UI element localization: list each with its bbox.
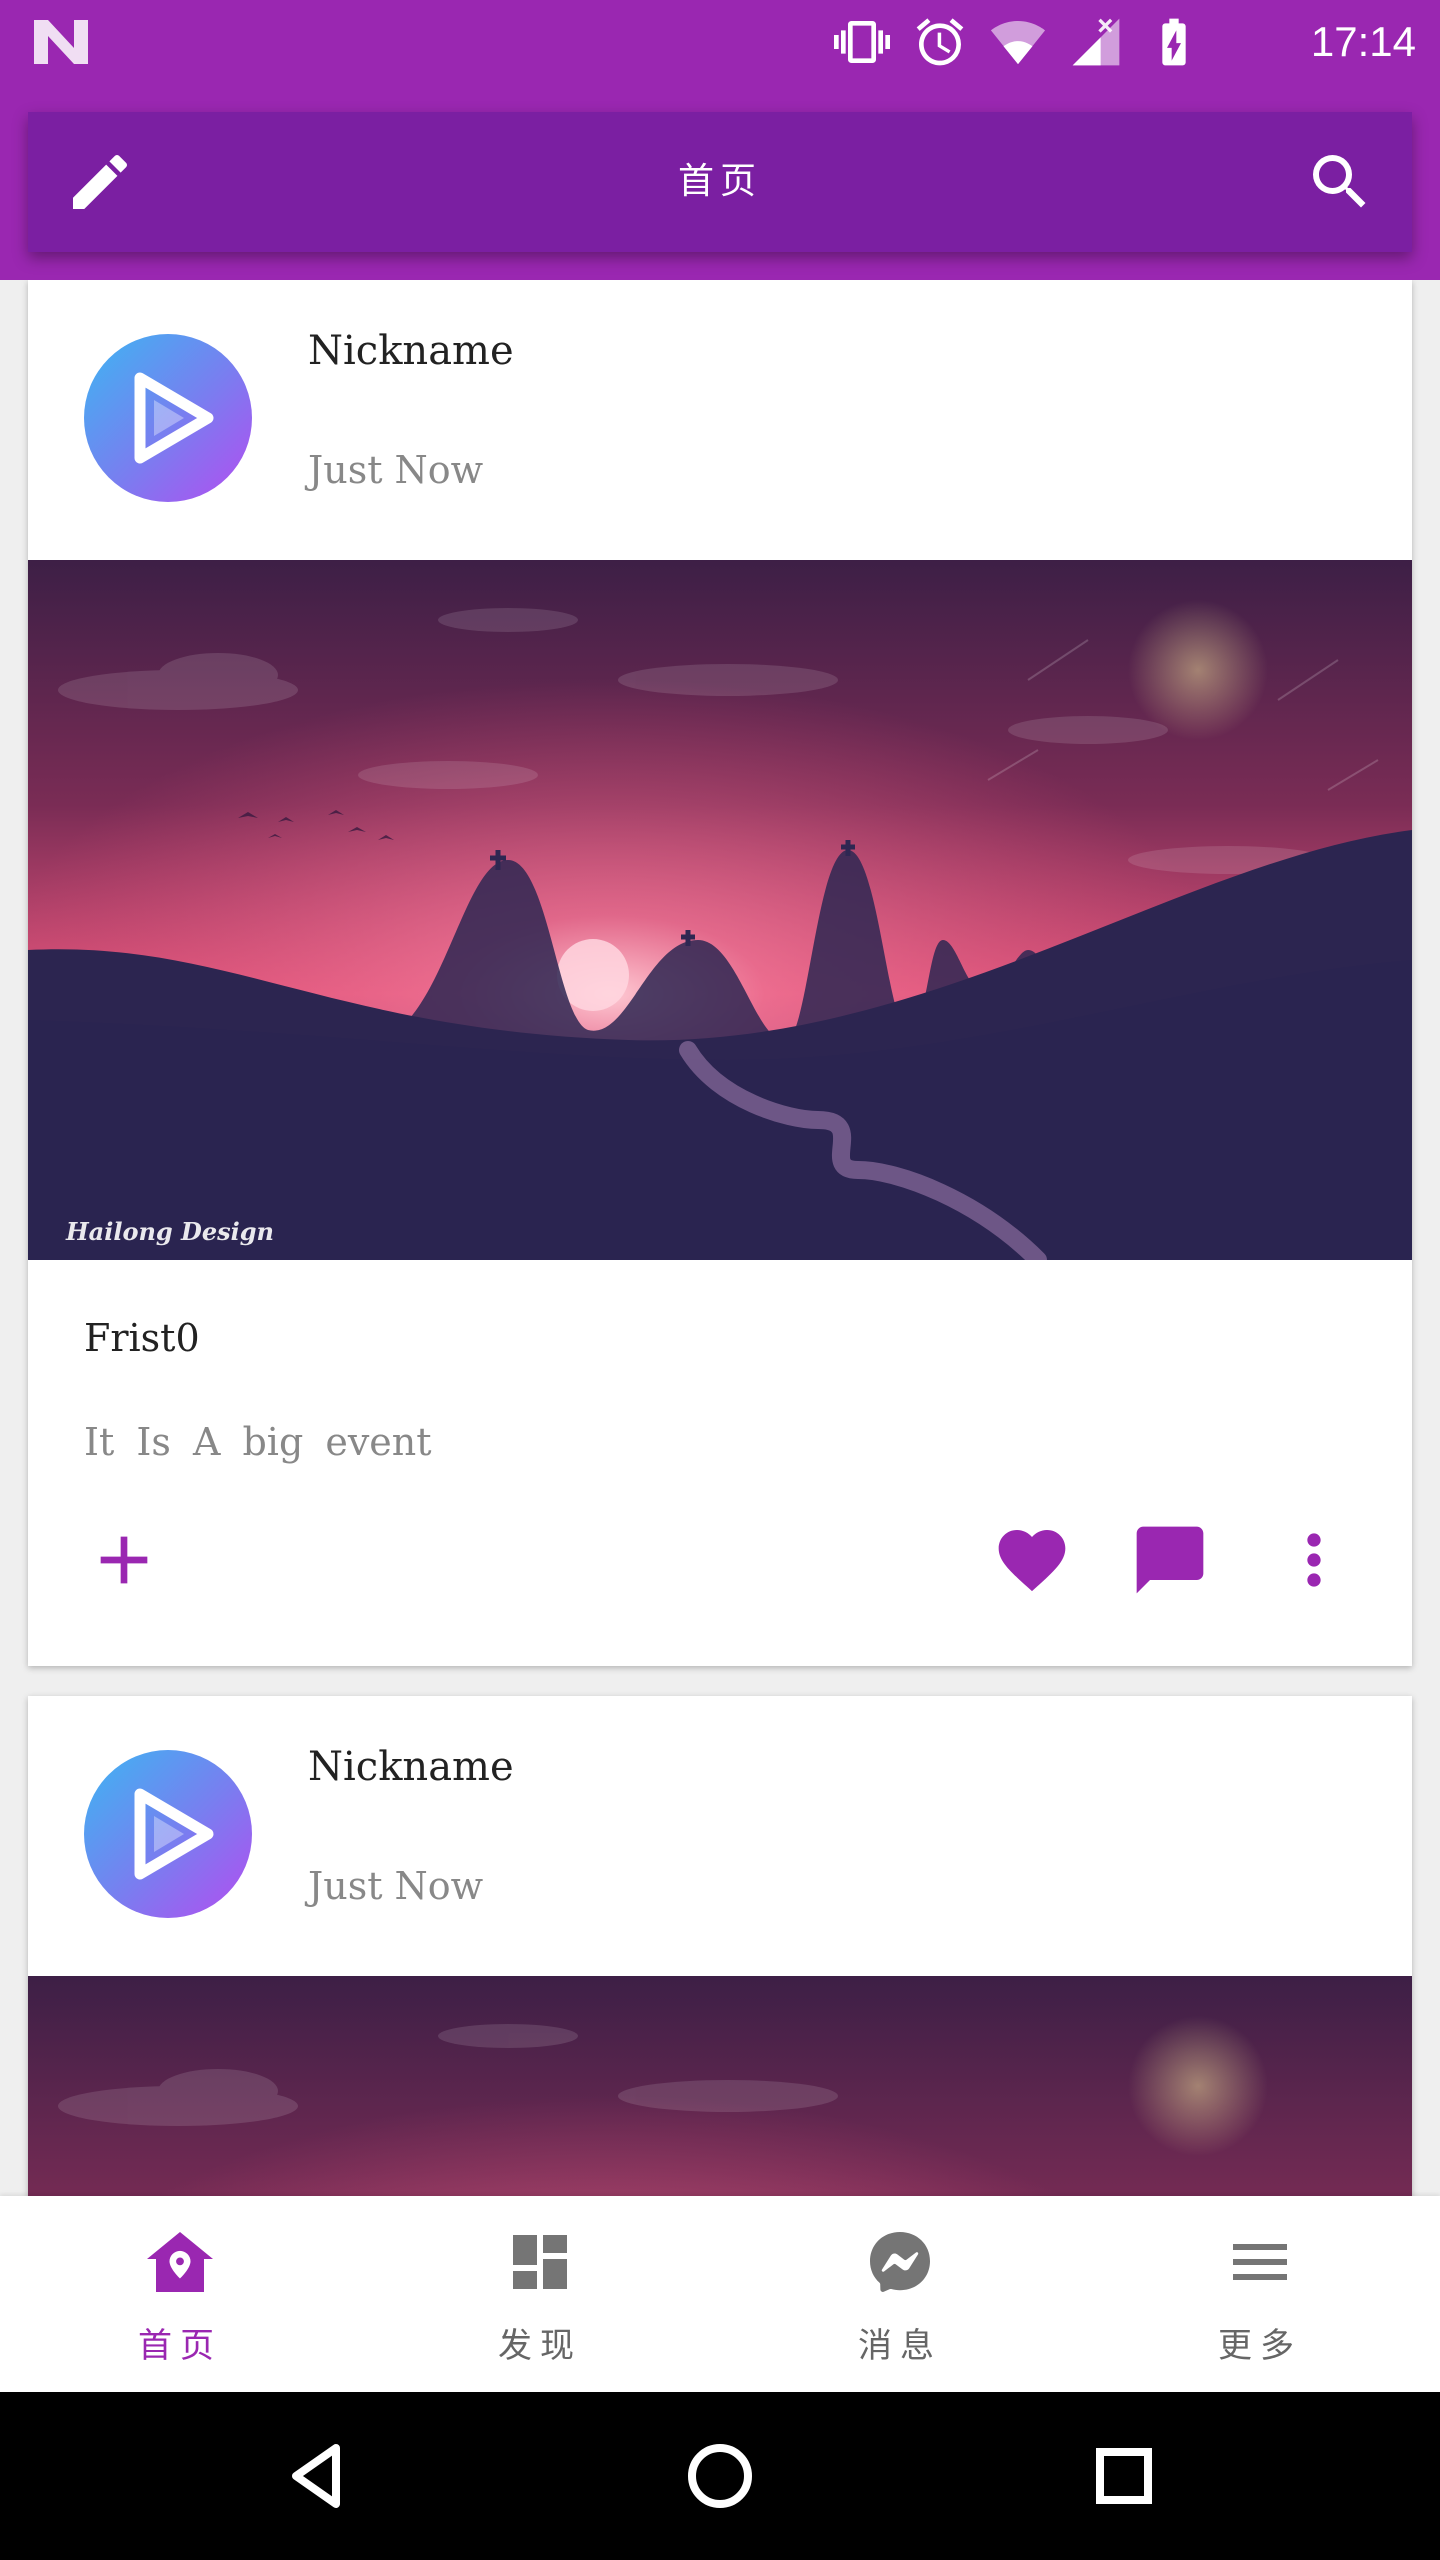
post-card[interactable]: Nickname Just Now [28, 1696, 1412, 2196]
nav-label-discover: 发现 [498, 2326, 582, 2366]
signal-icon [1072, 18, 1120, 66]
page-title: 首页 [677, 161, 762, 202]
like-button[interactable] [992, 1520, 1072, 1600]
clock: 17:14 [1310, 18, 1416, 65]
avatar[interactable] [84, 334, 252, 502]
bottom-navigation: 首页 发现 消息 更多 [0, 2196, 1440, 2392]
more-vert-icon [1307, 1533, 1321, 1587]
post-time: Just Now [308, 448, 484, 492]
nav-item-messages[interactable]: 消息 [720, 2196, 1080, 2392]
messenger-icon [870, 2232, 930, 2292]
post-card[interactable]: Nickname Just Now [28, 280, 1412, 1666]
dashboard-icon [513, 2235, 567, 2289]
nav-label-home: 首页 [138, 2326, 222, 2366]
home-circle-icon[interactable] [680, 2436, 760, 2516]
post-image[interactable]: Hailong Design [28, 560, 1412, 1260]
nav-item-discover[interactable]: 发现 [360, 2196, 720, 2392]
menu-icon [1233, 2244, 1287, 2280]
post-description: It Is A big event [84, 1420, 432, 1464]
comment-icon [1136, 1526, 1204, 1594]
toolbar: 首页 [28, 112, 1412, 252]
nav-label-messages: 消息 [858, 2326, 942, 2366]
add-button[interactable] [84, 1520, 164, 1600]
nav-label-more: 更多 [1218, 2326, 1302, 2366]
app-bar: 首页 [0, 84, 1440, 280]
feed-list[interactable]: Nickname Just Now Hailong Design Frist0 … [0, 280, 1440, 2196]
back-icon[interactable] [276, 2436, 356, 2516]
battery-charging-icon [1162, 18, 1186, 66]
system-navigation-bar [0, 2392, 1440, 2560]
heart-icon [998, 1530, 1066, 1592]
post-title: Frist0 [84, 1316, 200, 1360]
status-bar: 17:14 [0, 0, 1440, 84]
image-watermark: Hailong Design [65, 1217, 274, 1246]
search-icon[interactable] [1304, 146, 1376, 218]
more-button[interactable] [1274, 1520, 1354, 1600]
nav-item-home[interactable]: 首页 [0, 2196, 360, 2392]
post-image[interactable] [28, 1976, 1412, 2196]
vibrate-icon [834, 21, 890, 63]
post-time: Just Now [308, 1864, 484, 1908]
wifi-icon [990, 21, 1046, 65]
recents-icon[interactable] [1084, 2436, 1164, 2516]
alarm-icon [916, 18, 964, 66]
nickname[interactable]: Nickname [308, 328, 514, 374]
nav-item-more[interactable]: 更多 [1080, 2196, 1440, 2392]
nickname[interactable]: Nickname [308, 1744, 514, 1790]
add-icon [100, 1536, 148, 1584]
comment-button[interactable] [1130, 1520, 1210, 1600]
avatar[interactable] [84, 1750, 252, 1918]
n-logo-icon [34, 20, 88, 64]
home-location-icon [147, 2232, 213, 2292]
